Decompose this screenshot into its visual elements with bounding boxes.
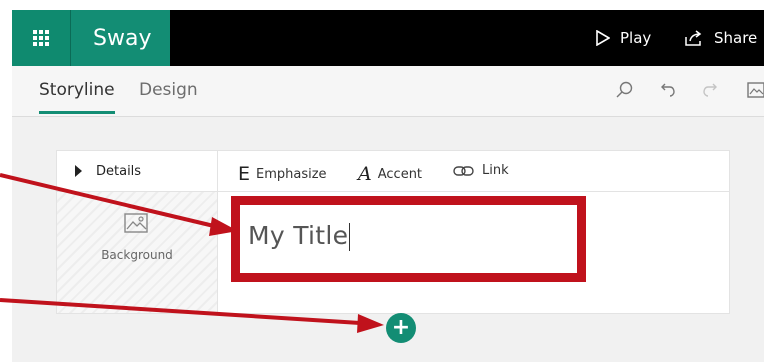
undo-icon[interactable] <box>658 80 678 100</box>
background-picker[interactable]: Background <box>57 192 217 313</box>
search-icon[interactable] <box>614 80 634 100</box>
card-sidebar: Details Background <box>57 151 218 313</box>
emphasize-button[interactable]: E Emphasize <box>238 163 327 185</box>
title-input[interactable]: My Title <box>231 196 586 282</box>
emphasize-label: Emphasize <box>256 166 327 182</box>
background-label: Background <box>101 248 173 262</box>
title-text: My Title <box>248 221 349 250</box>
details-label: Details <box>96 163 142 179</box>
play-button[interactable]: Play <box>596 10 651 66</box>
link-button[interactable]: Link <box>453 163 509 178</box>
tab-storyline[interactable]: Storyline <box>39 80 115 114</box>
format-toolbar: E Emphasize A Accent Link <box>218 151 729 192</box>
title-text-wrapper: My Title <box>248 221 351 251</box>
share-label: Share <box>714 29 758 47</box>
content-card: Details Background E Emphasize A Accent … <box>56 150 730 314</box>
details-toggle[interactable]: Details <box>57 151 217 192</box>
expand-triangle-icon <box>75 165 82 177</box>
top-bar: Sway Play Share <box>12 10 764 66</box>
image-icon[interactable] <box>746 80 764 100</box>
tab-design[interactable]: Design <box>139 80 198 100</box>
link-label: Link <box>482 163 509 178</box>
app-launcher-button[interactable] <box>12 10 70 66</box>
accent-label: Accent <box>377 166 423 182</box>
share-icon <box>685 30 702 46</box>
background-image-icon <box>124 213 148 233</box>
link-icon <box>453 165 474 176</box>
play-label: Play <box>620 29 652 47</box>
secondary-toolbar: Storyline Design <box>12 66 764 117</box>
accent-button[interactable]: A Accent <box>358 163 422 185</box>
accent-icon: A <box>358 163 372 185</box>
emphasize-icon: E <box>238 163 251 185</box>
text-caret <box>349 223 351 251</box>
add-card-button[interactable]: + <box>386 313 416 343</box>
app-name[interactable]: Sway <box>70 10 170 66</box>
share-button[interactable]: Share <box>684 10 757 66</box>
redo-icon[interactable] <box>700 80 720 100</box>
play-icon <box>596 30 610 46</box>
plus-icon: + <box>391 315 411 340</box>
waffle-icon <box>33 30 49 46</box>
